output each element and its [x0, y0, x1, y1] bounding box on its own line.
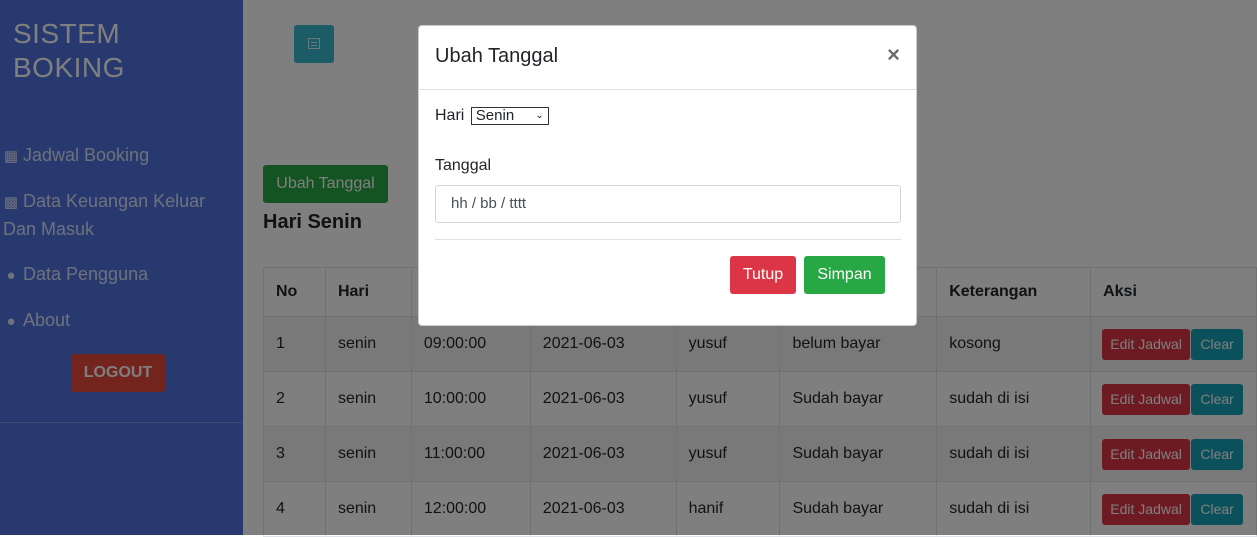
tanggal-date-input[interactable]: hh / bb / tttt	[435, 185, 901, 223]
hari-label: Hari	[435, 107, 465, 125]
close-icon[interactable]: ×	[887, 42, 900, 68]
modal-title: Ubah Tanggal	[435, 45, 559, 67]
hari-select[interactable]: Senin ⌄	[470, 107, 549, 125]
modal-header: Ubah Tanggal ×	[419, 26, 916, 90]
modal-divider	[435, 239, 901, 240]
tanggal-label: Tanggal	[435, 157, 492, 174]
hari-row: Hari Senin ⌄	[435, 107, 549, 125]
simpan-button[interactable]: Simpan	[804, 256, 885, 294]
hari-select-value: Senin	[475, 107, 515, 124]
tutup-button[interactable]: Tutup	[730, 256, 796, 294]
chevron-down-icon: ⌄	[535, 110, 544, 121]
ubah-tanggal-modal: Ubah Tanggal × Hari Senin ⌄ Tanggal hh / …	[418, 25, 917, 326]
